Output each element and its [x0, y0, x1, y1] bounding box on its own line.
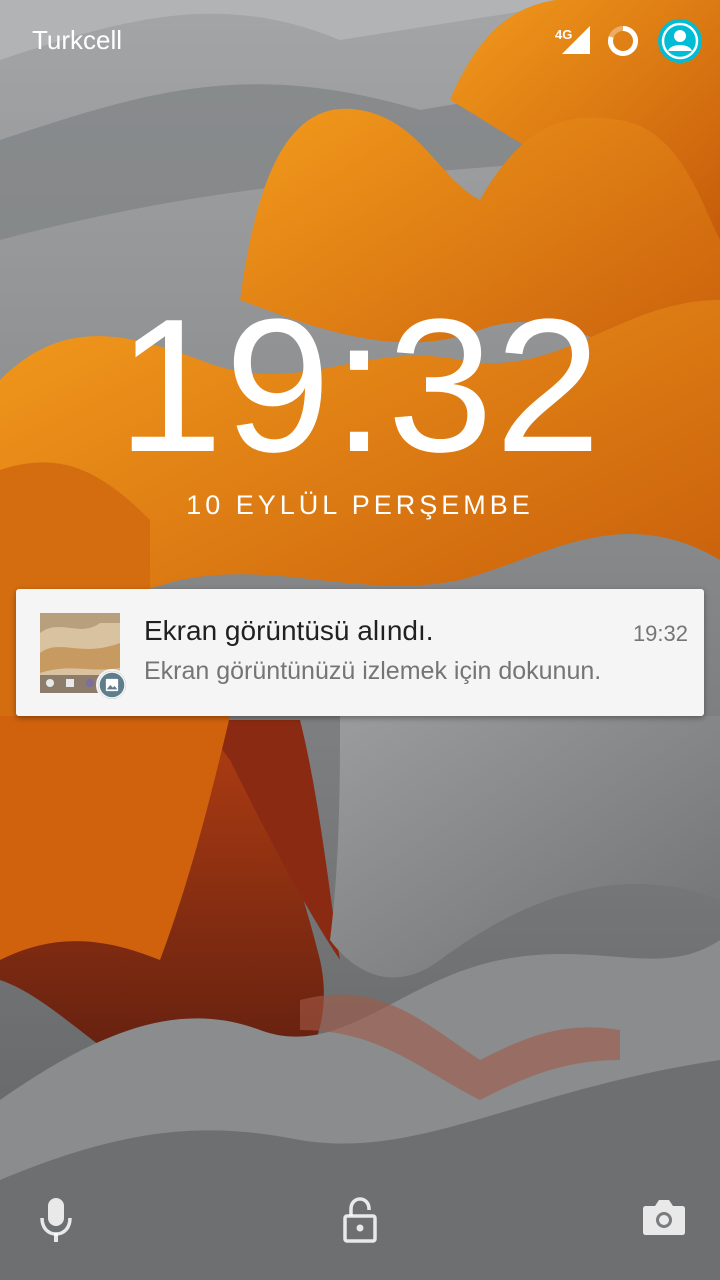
screenshot-notification[interactable]: Ekran görüntüsü alındı. 19:32 Ekran görü… — [16, 589, 704, 716]
microphone-icon[interactable] — [38, 1196, 74, 1244]
notification-title: Ekran görüntüsü alındı. — [144, 615, 434, 646]
status-bar: Turkcell 4G — [0, 0, 720, 84]
lock-screen: Turkcell 4G 19:32 10 EYLÜL PERŞEMBE Ekra… — [0, 0, 720, 1280]
camera-icon[interactable] — [642, 1196, 686, 1236]
lock-icon[interactable] — [342, 1196, 378, 1244]
carrier-name: Turkcell — [32, 25, 123, 55]
image-icon — [96, 669, 128, 701]
cellular-signal-icon — [562, 26, 590, 54]
notification-text: Ekran görüntünüzü izlemek için dokunun. — [144, 657, 602, 685]
lockscreen-date: 10 EYLÜL PERŞEMBE — [186, 490, 534, 520]
notification-time: 19:32 — [632, 621, 688, 646]
user-avatar-icon[interactable] — [657, 18, 703, 64]
battery-ring-icon — [608, 25, 639, 56]
lockscreen-clock: 19:32 — [117, 280, 603, 492]
